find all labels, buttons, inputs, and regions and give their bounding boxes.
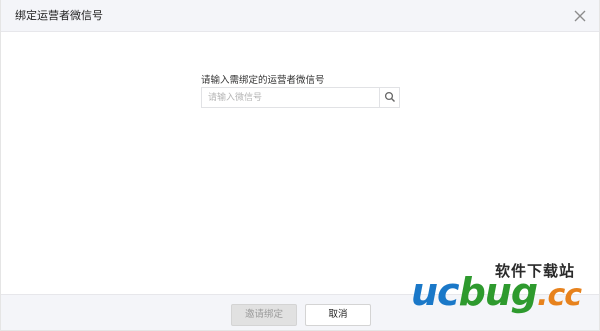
cancel-button[interactable]: 取消 <box>305 304 371 326</box>
bind-operator-dialog: 绑定运营者微信号 请输入需绑定的运营者微信号 邀请绑定 取消 软件下载站 uc <box>0 0 600 331</box>
close-icon[interactable] <box>571 7 589 25</box>
watermark-logo: ucbug.cc <box>411 270 582 316</box>
watermark-logo-bug: bug <box>458 270 538 314</box>
wechat-id-search <box>201 87 400 108</box>
wechat-id-input[interactable] <box>202 88 380 107</box>
watermark-logo-uc: uc <box>411 270 460 314</box>
invite-bind-button[interactable]: 邀请绑定 <box>231 304 297 326</box>
wechat-id-label: 请输入需绑定的运营者微信号 <box>201 75 325 86</box>
dialog-title: 绑定运营者微信号 <box>15 9 103 22</box>
search-button[interactable] <box>379 88 399 107</box>
dialog-header: 绑定运营者微信号 <box>1 0 599 32</box>
site-watermark: 软件下载站 ucbug.cc <box>411 254 600 331</box>
search-icon <box>384 91 395 102</box>
watermark-logo-cc: .cc <box>537 278 582 313</box>
